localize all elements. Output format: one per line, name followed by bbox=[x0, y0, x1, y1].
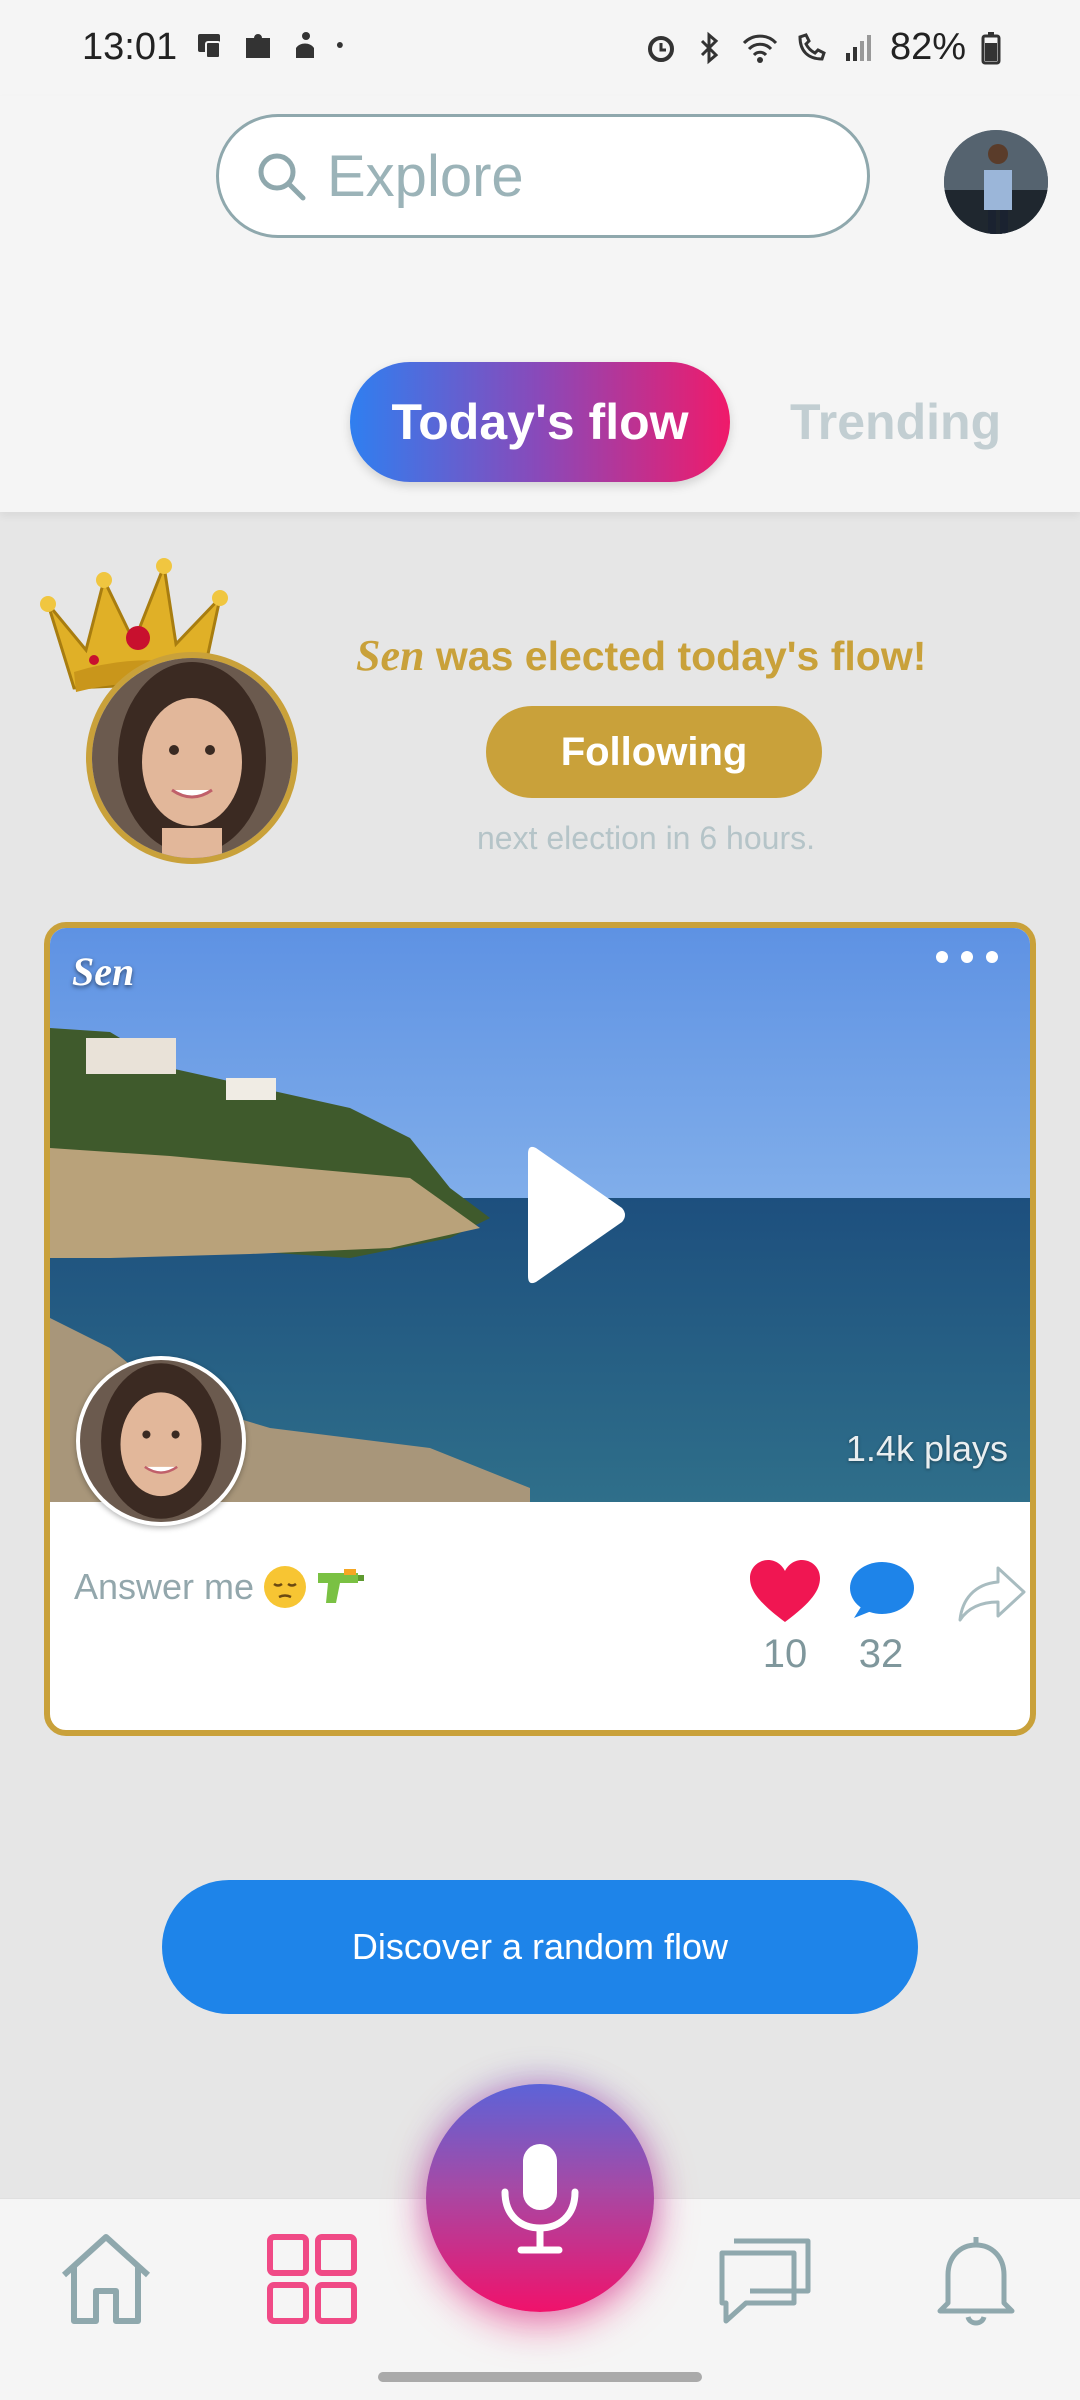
dot-icon bbox=[336, 42, 343, 48]
search-box[interactable] bbox=[216, 114, 870, 238]
tab-trending[interactable]: Trending bbox=[790, 362, 1001, 482]
like-count: 10 bbox=[762, 1632, 808, 1676]
more-options-icon[interactable] bbox=[932, 942, 1002, 972]
next-election-text: next election in 6 hours. bbox=[477, 820, 815, 856]
status-right: 82% bbox=[644, 26, 1002, 69]
signal-icon bbox=[845, 34, 871, 61]
profile-photo bbox=[944, 130, 1048, 234]
post-actions: 10 32 bbox=[740, 1558, 1030, 1698]
winner-message: Sen was elected today's flow! bbox=[356, 630, 956, 681]
post-card[interactable]: Sen 1.4k plays Answer me 10 32 bbox=[44, 922, 1036, 1736]
record-mic-button[interactable] bbox=[426, 2084, 654, 2312]
tab-todays-flow[interactable]: Today's flow bbox=[350, 362, 730, 482]
post-caption: Answer me bbox=[74, 1564, 366, 1610]
discover-random-flow-button[interactable]: Discover a random flow bbox=[162, 1880, 918, 2014]
play-icon[interactable] bbox=[528, 1140, 628, 1290]
wifi-icon bbox=[742, 34, 778, 63]
puzzle-icon bbox=[246, 34, 270, 58]
heart-icon[interactable] bbox=[748, 1558, 822, 1624]
status-bar: 13:01 82% bbox=[0, 0, 1080, 96]
winner-photo bbox=[92, 658, 292, 858]
home-icon[interactable] bbox=[56, 2229, 156, 2329]
status-left-icons bbox=[196, 28, 354, 62]
mic-icon bbox=[501, 2144, 579, 2254]
caption-text: Answer me bbox=[74, 1566, 255, 1607]
hand-icon bbox=[296, 32, 314, 58]
comment-action[interactable]: 32 bbox=[836, 1558, 926, 1677]
share-icon[interactable] bbox=[956, 1564, 1028, 1624]
winner-text: was elected today's flow! bbox=[424, 633, 927, 679]
call-icon bbox=[798, 32, 826, 61]
winner-avatar[interactable] bbox=[86, 652, 298, 864]
status-time: 13:01 bbox=[82, 26, 178, 68]
bell-icon[interactable] bbox=[926, 2229, 1026, 2329]
like-action[interactable]: 10 bbox=[740, 1558, 830, 1677]
search-icon bbox=[258, 153, 306, 201]
header: Today's flow Trending bbox=[0, 96, 1080, 512]
alarm-icon bbox=[647, 35, 674, 62]
share-action[interactable] bbox=[952, 1564, 1030, 1624]
following-button[interactable]: Following bbox=[486, 706, 822, 798]
winner-name[interactable]: Sen bbox=[356, 631, 424, 680]
winner-section: Sen was elected today's flow! Following … bbox=[0, 512, 1080, 892]
post-author-photo bbox=[80, 1360, 242, 1522]
play-count: 1.4k plays bbox=[845, 1428, 1008, 1469]
profile-avatar[interactable] bbox=[944, 130, 1048, 234]
battery-icon bbox=[981, 31, 1001, 64]
home-indicator[interactable] bbox=[378, 2372, 702, 2382]
battery-percent: 82% bbox=[889, 26, 966, 68]
post-author-avatar[interactable] bbox=[76, 1356, 246, 1526]
chat-icon[interactable] bbox=[716, 2229, 816, 2329]
post-author[interactable]: Sen bbox=[72, 948, 134, 995]
search-input[interactable] bbox=[327, 142, 847, 210]
grid-icon[interactable] bbox=[262, 2229, 362, 2329]
comment-count: 32 bbox=[858, 1632, 904, 1676]
notification-icon bbox=[198, 34, 221, 59]
feed-tabs: Today's flow Trending bbox=[0, 362, 1080, 482]
pensive-face-emoji bbox=[264, 1566, 307, 1608]
comment-icon[interactable] bbox=[846, 1558, 916, 1624]
bluetooth-icon bbox=[700, 31, 719, 64]
water-pistol-emoji bbox=[318, 1569, 365, 1603]
